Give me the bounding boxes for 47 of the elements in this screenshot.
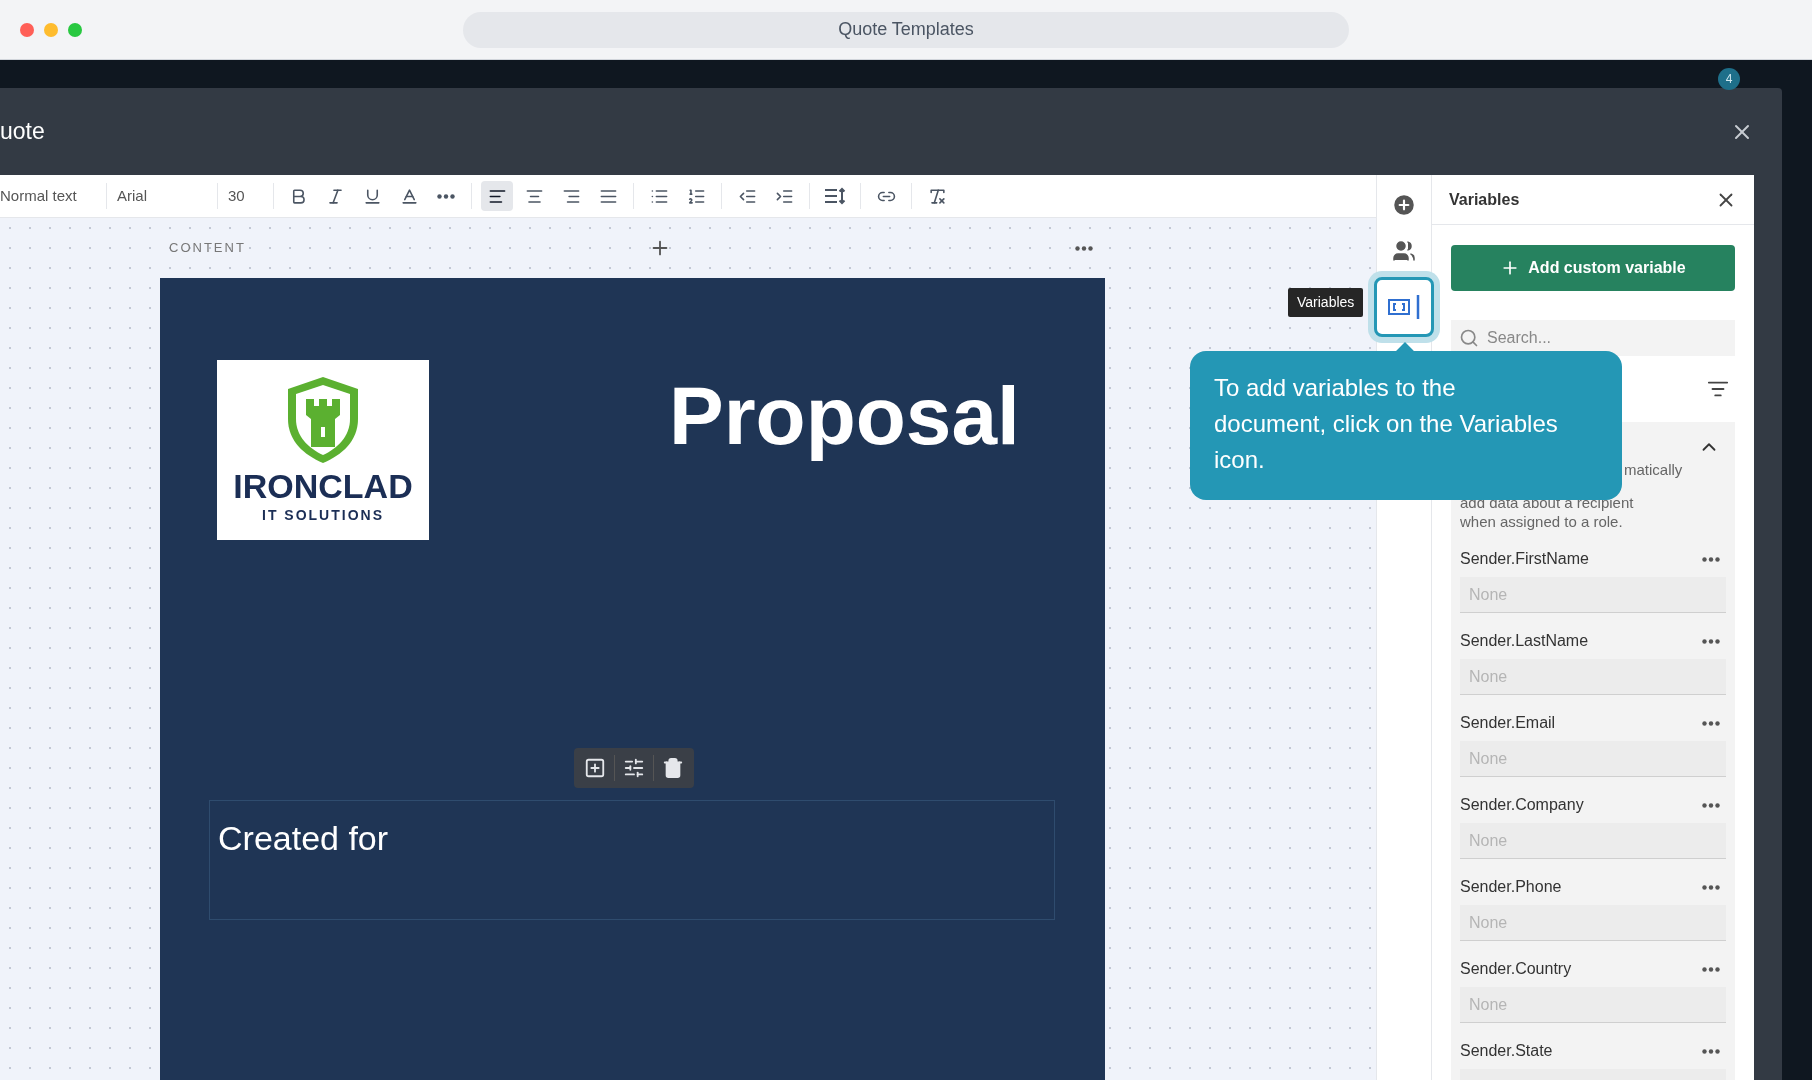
more-icon[interactable] — [1702, 966, 1720, 972]
style-dropdown[interactable]: Normal text — [0, 184, 106, 208]
more-icon[interactable] — [1702, 720, 1720, 726]
search-field[interactable]: Search... — [1451, 320, 1735, 356]
text-block[interactable]: Created for — [209, 800, 1055, 920]
panel-title: Variables — [1449, 189, 1520, 210]
clear-format-icon — [927, 186, 947, 206]
align-left-button[interactable] — [481, 181, 513, 211]
variable-name: Sender.Company — [1460, 795, 1584, 815]
underline-icon — [362, 186, 382, 206]
more-icon[interactable] — [1702, 1048, 1720, 1054]
trash-icon — [662, 757, 684, 779]
logo-tagline: IT SOLUTIONS — [262, 505, 384, 525]
more-icon[interactable] — [1702, 638, 1720, 644]
font-size-field[interactable]: 30 — [218, 184, 273, 208]
variable-name: Sender.Country — [1460, 959, 1572, 979]
more-icon[interactable] — [1702, 884, 1720, 890]
text-color-icon — [399, 186, 419, 206]
variable-name: Sender.LastName — [1460, 631, 1589, 651]
variable-name: Sender.State — [1460, 1041, 1553, 1061]
document-title: Proposal — [669, 369, 1020, 463]
more-icon[interactable] — [1075, 245, 1093, 251]
tooltip: Variables — [1288, 288, 1364, 317]
section-label: CONTENT — [169, 239, 246, 258]
window-title: Quote Templates — [463, 11, 1349, 48]
variables-icon — [1387, 294, 1421, 320]
people-icon — [1392, 239, 1416, 263]
modal-title: uote — [0, 117, 45, 147]
more-icon[interactable] — [437, 193, 455, 199]
logo-name: IRONCLAD — [233, 466, 413, 505]
settings-icon — [623, 757, 645, 779]
notification-badge: 4 — [1718, 68, 1740, 90]
close-window-icon[interactable] — [20, 22, 34, 37]
variable-name: Sender.Email — [1460, 713, 1556, 733]
onboarding-popover: To add variables to the document, click on the Variables icon. — [1190, 351, 1622, 500]
line-spacing-icon — [824, 187, 846, 205]
add-icon — [1391, 192, 1417, 218]
search-icon — [1459, 328, 1479, 348]
add-box-icon — [584, 757, 606, 779]
numbered-list-icon — [686, 186, 706, 206]
font-dropdown[interactable]: Arial — [107, 184, 217, 208]
created-for-text: Created for — [218, 819, 389, 857]
variable-name: Sender.Phone — [1460, 877, 1562, 897]
variable-name: Sender.FirstName — [1460, 549, 1589, 569]
add-variable-button[interactable]: Add custom variable — [1451, 245, 1735, 291]
more-icon[interactable] — [1702, 556, 1720, 562]
more-icon[interactable] — [1702, 802, 1720, 808]
